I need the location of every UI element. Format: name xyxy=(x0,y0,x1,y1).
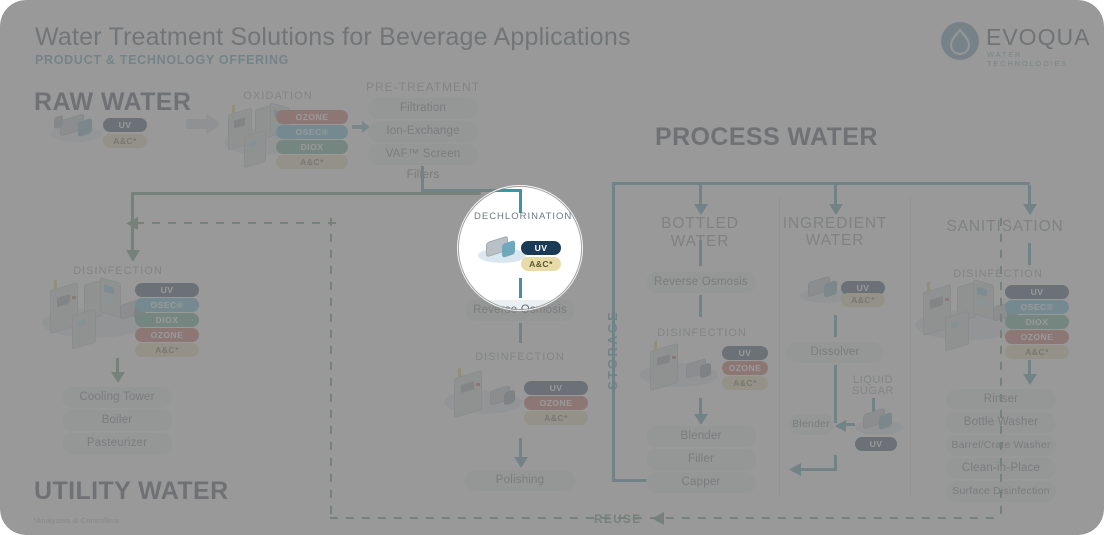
utility-disinfection-out-arrow xyxy=(111,370,125,388)
bottled-water-reverse-osmosis[interactable]: Reverse Osmosis xyxy=(646,272,756,293)
column-divider-2 xyxy=(910,196,911,496)
ingredient-to-dissolver-line xyxy=(834,315,837,337)
pill-ac-utility[interactable]: A&C* xyxy=(135,343,199,357)
storage-label: STORAGE xyxy=(605,309,620,390)
oxidation-label: OXIDATION xyxy=(243,90,313,102)
pretreatment-label: PRE-TREATMENT xyxy=(365,80,481,94)
bottled-water-output-blender[interactable]: Blender xyxy=(646,426,756,447)
reuse-bottom-arrow xyxy=(652,512,664,530)
utility-feed-horizontal xyxy=(131,192,481,195)
bottled-water-line-2 xyxy=(699,295,702,317)
pill-uv-bottled[interactable]: UV xyxy=(722,346,768,360)
bottled-water-line-1 xyxy=(699,240,702,266)
pill-ac-dechlorination[interactable]: A&C* xyxy=(521,257,561,271)
pill-ozone-bottled[interactable]: OZONE xyxy=(722,361,768,375)
raw-to-oxidation-arrow xyxy=(186,113,220,140)
pill-uv-liquid-sugar[interactable]: UV xyxy=(855,437,897,451)
sanitisation-disinfection-label: DISINFECTION xyxy=(953,268,1043,280)
pill-osec-utility[interactable]: OSEC® Systems xyxy=(135,298,199,324)
pretreatment-option-vaf-screen-filters[interactable]: VAF™ Screen Filters xyxy=(368,144,478,181)
dissolver-to-blender-line xyxy=(834,365,837,423)
bottled-water-disinfection-illustration xyxy=(640,340,726,395)
sanitisation-label: SANITISATION xyxy=(946,218,1064,235)
utility-output-boiler[interactable]: Boiler xyxy=(62,410,172,431)
ingredient-return-arrow xyxy=(789,463,801,481)
pill-diox-utility[interactable]: DIOX xyxy=(135,313,199,327)
evoqua-wordmark: EVOQUA xyxy=(986,24,1091,50)
dechlor-feed-line xyxy=(519,189,522,213)
pill-uv-center[interactable]: UV xyxy=(524,381,588,395)
pill-ac-raw[interactable]: A&C* xyxy=(103,134,147,148)
pill-ozone-utility[interactable]: OZONE xyxy=(135,328,199,342)
liquid-sugar-label: LIQUID SUGAR xyxy=(851,374,895,397)
ingredient-dissolver[interactable]: Dissolver xyxy=(786,342,884,363)
pill-osec-oxidation[interactable]: OSEC® Systems xyxy=(276,125,348,151)
ingredient-blender[interactable]: Blender xyxy=(788,414,834,435)
liquid-sugar-sensor-illustration xyxy=(855,407,907,436)
page-title: Water Treatment Solutions for Beverage A… xyxy=(35,23,631,51)
sugar-to-blender-arrow xyxy=(835,419,846,437)
center-reverse-osmosis[interactable]: Reverse Osmosis xyxy=(465,300,575,321)
reuse-dashed-top-left xyxy=(136,222,336,224)
utility-disinfection-label: DISINFECTION xyxy=(73,265,163,277)
artwork-layer: Water Treatment Solutions for Beverage A… xyxy=(0,0,1104,535)
reuse-dashed-left-vertical xyxy=(330,218,332,518)
sanitisation-line-1 xyxy=(1028,243,1031,265)
process-water-title: PROCESS WATER xyxy=(655,123,878,151)
center-polishing[interactable]: Polishing xyxy=(465,470,575,491)
infographic-canvas: Water Treatment Solutions for Beverage A… xyxy=(0,0,1104,535)
ingredient-return-horizontal xyxy=(797,468,837,471)
evoqua-droplet-icon xyxy=(941,22,979,60)
sanitisation-out-arrow xyxy=(1023,372,1037,390)
utility-output-pasteurizer[interactable]: Pasteurizer xyxy=(62,433,172,454)
pill-uv-sanitisation[interactable]: UV xyxy=(1005,285,1069,299)
pill-osec-sanitisation[interactable]: OSEC® Systems xyxy=(1005,300,1069,326)
reuse-dashed-bottom xyxy=(330,517,1002,519)
bottled-water-disinfection-label: DISINFECTION xyxy=(657,327,747,339)
ingredient-water-label: INGREDIENT WATER xyxy=(782,215,888,249)
pill-uv-raw[interactable]: UV xyxy=(103,118,147,132)
reuse-label: REUSE xyxy=(594,512,642,526)
center-ro-to-disinfection-line xyxy=(519,323,522,343)
page-subtitle: PRODUCT & TECHNOLOGY OFFERING xyxy=(35,53,290,67)
raw-water-sensor-illustration xyxy=(50,112,106,144)
dechlorination-label: DECHLORINATION xyxy=(474,211,573,222)
bottled-water-output-filler[interactable]: Filler xyxy=(646,449,756,470)
pill-ozone-center[interactable]: OZONE xyxy=(524,396,588,410)
pill-diox-oxidation[interactable]: DIOX xyxy=(276,140,348,154)
pill-ac-sanitisation[interactable]: A&C* xyxy=(1005,345,1069,359)
pill-ozone-oxidation[interactable]: OZONE xyxy=(276,110,348,124)
pill-ozone-sanitisation[interactable]: OZONE xyxy=(1005,330,1069,344)
reuse-dashed-right-vertical xyxy=(1000,218,1002,518)
utility-water-title: UTILITY WATER xyxy=(34,477,229,505)
dechlor-to-ro-line xyxy=(519,278,522,298)
bottled-water-output-capper[interactable]: Capper xyxy=(646,472,756,493)
pill-ac-center[interactable]: A&C* xyxy=(524,411,588,425)
center-disinfection-illustration xyxy=(444,367,530,422)
footnote: *Analysers & Controllers xyxy=(33,516,120,525)
pretreatment-option-filtration[interactable]: Filtration xyxy=(368,98,478,119)
pill-ac-oxidation[interactable]: A&C* xyxy=(276,155,348,169)
pill-uv-utility[interactable]: UV xyxy=(135,283,199,297)
center-disinfection-label: DISINFECTION xyxy=(475,351,565,363)
pill-ac-ingredient[interactable]: A&C* xyxy=(841,293,885,307)
evoqua-tagline: WATER TECHNOLOGIES xyxy=(987,50,1069,68)
pretreatment-option-ion-exchange[interactable]: Ion-Exchange xyxy=(368,121,478,142)
utility-output-cooling-tower[interactable]: Cooling Tower xyxy=(62,387,172,408)
pill-diox-sanitisation[interactable]: DIOX xyxy=(1005,315,1069,329)
pill-uv-dechlorination[interactable]: UV xyxy=(521,241,561,255)
reuse-top-left-arrow xyxy=(126,217,138,235)
pill-ac-bottled[interactable]: A&C* xyxy=(722,376,768,390)
process-water-bus-line xyxy=(612,182,1030,185)
